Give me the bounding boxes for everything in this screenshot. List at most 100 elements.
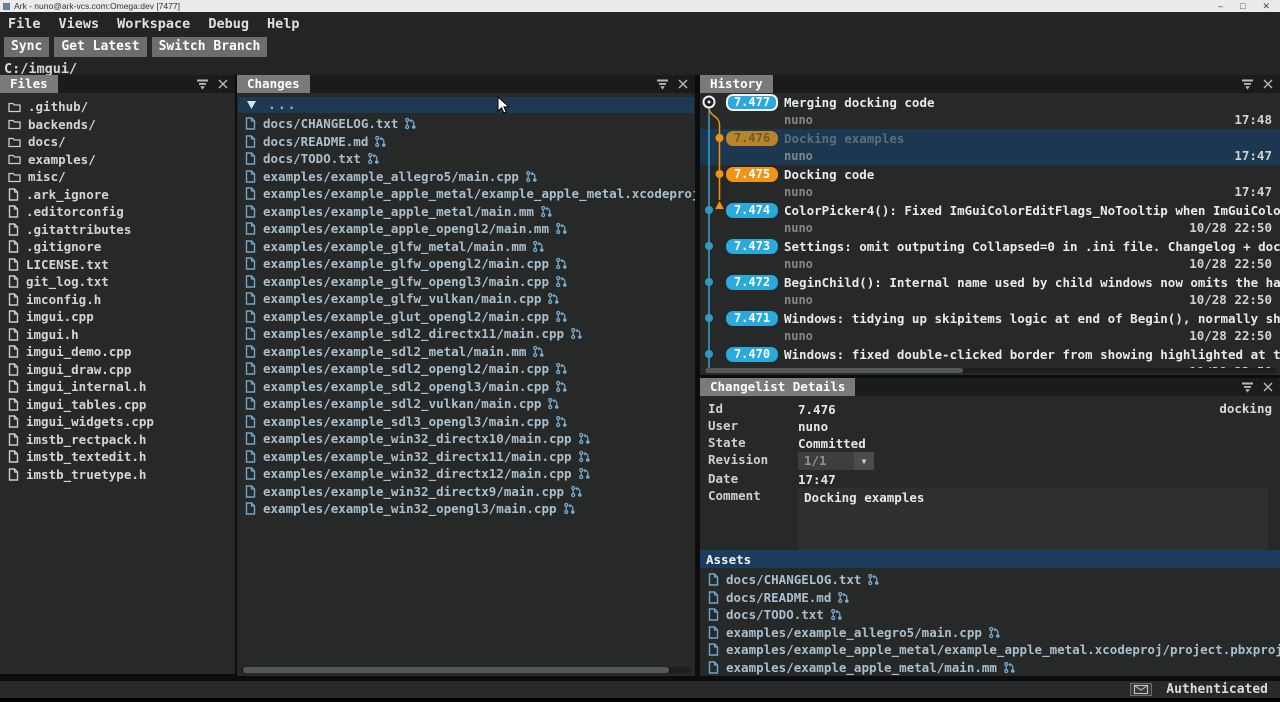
close-icon[interactable] [678, 79, 688, 89]
menu-item-debug[interactable]: Debug [208, 15, 259, 33]
file-icon [8, 380, 19, 393]
files-panel: Files .github/backends/docs/examples/mis… [0, 75, 235, 674]
changed-file-row[interactable]: docs/README.md [700, 589, 1280, 607]
branch-icon [578, 432, 591, 445]
file-row[interactable]: imgui_draw.cpp [0, 361, 235, 379]
changelist-details-panel: Changelist Details docking Id7.476Usernu… [700, 378, 1280, 676]
changed-file-row[interactable]: examples/example_glfw_metal/main.mm [237, 238, 695, 256]
changed-file-row[interactable]: examples/example_win32_directx10/main.cp… [237, 430, 695, 448]
folder-row[interactable]: docs/ [0, 133, 235, 151]
file-row[interactable]: imgui_internal.h [0, 378, 235, 396]
file-row[interactable]: imstb_textedit.h [0, 448, 235, 466]
tab-changelist-details[interactable]: Changelist Details [700, 378, 855, 396]
file-row[interactable]: .editorconfig [0, 203, 235, 221]
close-icon[interactable] [1263, 79, 1273, 89]
close-icon[interactable] [1263, 382, 1273, 392]
changelist-badge: 7.470 [726, 347, 778, 362]
tab-history[interactable]: History [700, 75, 773, 93]
history-entry-7.471[interactable]: 7.471Windows: tidying up skipitems logic… [700, 309, 1280, 345]
history-entry-7.476[interactable]: 7.476Docking examplesnuno17:47 [700, 129, 1280, 165]
file-row[interactable]: .ark_ignore [0, 186, 235, 204]
file-icon [245, 502, 256, 515]
changed-file-row[interactable]: examples/example_glut_opengl2/main.cpp [237, 308, 695, 326]
changed-file-row[interactable]: examples/example_win32_directx12/main.cp… [237, 465, 695, 483]
maximize-button[interactable]: □ [1240, 1, 1245, 12]
menu-item-views[interactable]: Views [59, 15, 110, 33]
file-path: examples/example_apple_opengl2/main.mm [263, 221, 549, 236]
comment-box[interactable]: Docking examples [798, 488, 1268, 550]
changes-hscrollbar-handle[interactable] [243, 667, 669, 673]
changed-file-row[interactable]: examples/example_sdl2_opengl2/main.cpp [237, 360, 695, 378]
minimize-button[interactable]: – [1218, 1, 1223, 12]
changed-file-row[interactable]: examples/example_sdl2_metal/main.mm [237, 343, 695, 361]
menu-item-file[interactable]: File [8, 15, 51, 33]
changed-file-row[interactable]: examples/example_allegro5/main.cpp [237, 168, 695, 186]
file-row[interactable]: imstb_rectpack.h [0, 431, 235, 449]
history-entry-7.475[interactable]: 7.475Docking codenuno17:47 [700, 165, 1280, 201]
changed-file-row[interactable]: examples/example_apple_metal/main.mm [700, 659, 1280, 677]
file-name: .gitattributes [26, 222, 131, 237]
changed-file-row[interactable]: docs/README.md [237, 133, 695, 151]
sync-button[interactable]: Sync [4, 37, 49, 57]
folder-row[interactable]: backends/ [0, 116, 235, 134]
filter-icon[interactable] [656, 79, 669, 90]
filter-icon[interactable] [1241, 79, 1254, 90]
file-row[interactable]: git_log.txt [0, 273, 235, 291]
changed-file-row[interactable]: docs/TODO.txt [700, 606, 1280, 624]
switch-branch-button[interactable]: Switch Branch [152, 37, 268, 57]
changed-file-row[interactable]: examples/example_win32_directx9/main.cpp [237, 483, 695, 501]
close-icon[interactable] [218, 79, 228, 89]
folder-row[interactable]: .github/ [0, 98, 235, 116]
changed-file-row[interactable]: docs/CHANGELOG.txt [700, 571, 1280, 589]
file-row[interactable]: imgui.cpp [0, 308, 235, 326]
file-row[interactable]: .gitattributes [0, 221, 235, 239]
file-row[interactable]: LICENSE.txt [0, 256, 235, 274]
folder-icon [8, 171, 21, 183]
history-entry-7.474[interactable]: 7.474ColorPicker4(): Fixed ImGuiColorEdi… [700, 201, 1280, 237]
revision-dropdown[interactable]: 1/1▼ [798, 452, 874, 470]
changed-file-row[interactable]: examples/example_glfw_vulkan/main.cpp [237, 290, 695, 308]
filter-icon[interactable] [196, 79, 209, 90]
changed-file-row[interactable]: docs/TODO.txt [237, 150, 695, 168]
history-hscrollbar-handle[interactable] [705, 368, 963, 373]
changed-file-row[interactable]: examples/example_allegro5/main.cpp [700, 624, 1280, 642]
file-icon [708, 608, 719, 621]
changed-file-row[interactable]: examples/example_glfw_opengl2/main.cpp [237, 255, 695, 273]
file-row[interactable]: imgui_widgets.cpp [0, 413, 235, 431]
changed-file-row[interactable]: examples/example_sdl2_directx11/main.cpp [237, 325, 695, 343]
menu-item-workspace[interactable]: Workspace [117, 15, 200, 33]
changed-file-row[interactable]: examples/example_apple_metal/example_app… [700, 641, 1280, 659]
changed-file-row[interactable]: examples/example_sdl3_opengl3/main.cpp [237, 413, 695, 431]
changed-file-row[interactable]: examples/example_glfw_opengl3/main.cpp [237, 273, 695, 291]
changed-file-row[interactable]: examples/example_win32_directx11/main.cp… [237, 448, 695, 466]
menu-item-help[interactable]: Help [267, 15, 310, 33]
filter-icon[interactable] [1241, 382, 1254, 393]
file-row[interactable]: imgui_tables.cpp [0, 396, 235, 414]
changed-file-row[interactable]: examples/example_apple_metal/main.mm [237, 203, 695, 221]
folder-row[interactable]: examples/ [0, 151, 235, 169]
history-entry-7.470[interactable]: 7.470Windows: fixed double-clicked borde… [700, 345, 1280, 368]
changed-file-row[interactable]: examples/example_sdl2_vulkan/main.cpp [237, 395, 695, 413]
file-row[interactable]: imgui.h [0, 326, 235, 344]
commit-time: 17:47 [1234, 148, 1272, 163]
changed-file-row[interactable]: examples/example_apple_opengl2/main.mm [237, 220, 695, 238]
changed-file-row[interactable]: docs/CHANGELOG.txt [237, 115, 695, 133]
file-icon [245, 292, 256, 305]
get-latest-button[interactable]: Get Latest [54, 37, 146, 57]
changed-file-row[interactable]: examples/example_win32_opengl3/main.cpp [237, 500, 695, 518]
chevron-down-icon[interactable]: ▼ [854, 452, 874, 470]
changed-file-row[interactable]: examples/example_apple_metal/example_app… [237, 185, 695, 203]
tab-changes[interactable]: Changes [237, 75, 310, 93]
changes-root-row[interactable]: ... [238, 97, 694, 113]
history-entry-7.473[interactable]: 7.473Settings: omit outputing Collapsed=… [700, 237, 1280, 273]
tab-files[interactable]: Files [0, 75, 58, 93]
file-row[interactable]: imconfig.h [0, 291, 235, 309]
history-entry-7.472[interactable]: 7.472BeginChild(): Internal name used by… [700, 273, 1280, 309]
file-row[interactable]: imstb_truetype.h [0, 466, 235, 484]
changed-file-row[interactable]: examples/example_sdl2_opengl3/main.cpp [237, 378, 695, 396]
history-entry-7.477[interactable]: 7.477Merging docking codenuno17:48 [700, 93, 1280, 129]
folder-row[interactable]: misc/ [0, 168, 235, 186]
file-row[interactable]: imgui_demo.cpp [0, 343, 235, 361]
close-button[interactable]: ✕ [1262, 1, 1270, 12]
file-row[interactable]: .gitignore [0, 238, 235, 256]
